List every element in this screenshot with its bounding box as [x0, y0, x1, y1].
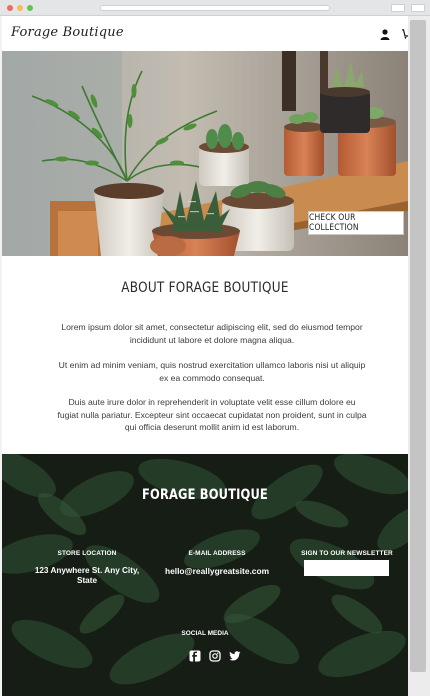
- email-label: E-MAIL ADDRESS: [188, 550, 246, 557]
- footer-title: FORAGE BOUTIQUE: [142, 487, 268, 503]
- check-collection-button[interactable]: CHECK OUR COLLECTION: [308, 211, 404, 235]
- twitter-icon[interactable]: [229, 650, 241, 662]
- about-paragraph-1: Lorem ipsum dolor sit amet, consectetur …: [61, 322, 363, 345]
- browser-chrome: [0, 0, 430, 16]
- scrollbar-thumb[interactable]: [410, 20, 426, 672]
- newsletter-label: SIGN TO OUR NEWSLETTER: [301, 550, 393, 557]
- store-location-label: STORE LOCATION: [57, 550, 117, 557]
- close-window-button[interactable]: [7, 5, 13, 11]
- window-control-left[interactable]: [391, 4, 405, 12]
- about-paragraph-2: Ut enim ad minim veniam, quis nostrud ex…: [58, 360, 366, 383]
- page-viewport: Forage Boutique CHECK OUR COLLECTION ABO…: [2, 16, 408, 696]
- address-bar[interactable]: [100, 5, 330, 11]
- social-media-label: SOCIAL MEDIA: [181, 630, 229, 637]
- email-address[interactable]: hello@reallygreatsite.com: [152, 566, 282, 576]
- store-address: 123 Anywhere St. Any City, State: [34, 566, 140, 585]
- minimize-window-button[interactable]: [17, 5, 23, 11]
- hero-banner: CHECK OUR COLLECTION: [2, 51, 408, 256]
- about-paragraph-3: Duis aute irure dolor in reprehenderit i…: [57, 397, 367, 432]
- cart-icon[interactable]: [401, 29, 408, 39]
- site-footer: FORAGE BOUTIQUE STORE LOCATION 123 Anywh…: [2, 454, 408, 696]
- instagram-icon[interactable]: [209, 650, 221, 662]
- facebook-icon[interactable]: [189, 650, 201, 662]
- zoom-window-button[interactable]: [27, 5, 33, 11]
- site-header: Forage Boutique: [2, 16, 408, 51]
- user-icon[interactable]: [380, 29, 390, 40]
- about-title: ABOUT FORAGE BOUTIQUE: [121, 280, 289, 296]
- about-section: ABOUT FORAGE BOUTIQUE Lorem ipsum dolor …: [2, 256, 408, 454]
- browser-window: Forage Boutique CHECK OUR COLLECTION ABO…: [0, 0, 430, 696]
- site-logo[interactable]: Forage Boutique: [11, 25, 124, 40]
- page-scrollbar[interactable]: [408, 16, 430, 696]
- window-control-right[interactable]: [411, 4, 425, 12]
- newsletter-input[interactable]: [304, 560, 389, 576]
